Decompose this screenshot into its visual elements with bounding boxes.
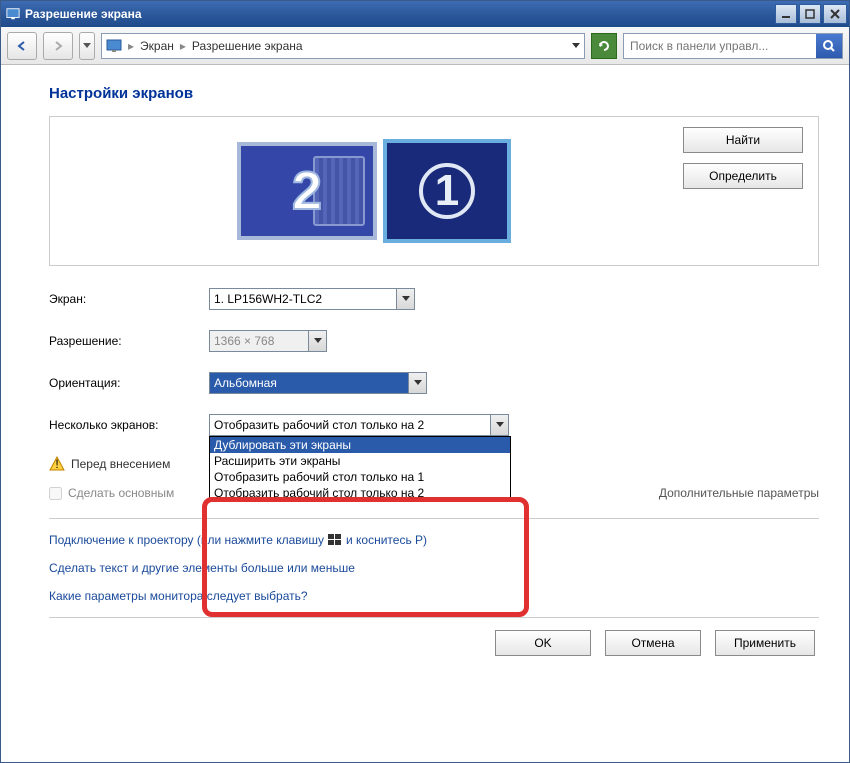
dropdown-option[interactable]: Расширить эти экраны <box>210 453 510 469</box>
make-primary-label: Сделать основным <box>68 486 174 500</box>
maximize-button[interactable] <box>799 4 821 24</box>
multiple-value: Отобразить рабочий стол только на 2 <box>209 414 491 436</box>
warning-text-prefix: Перед внесением <box>71 457 170 471</box>
chevron-right-icon: ▸ <box>128 39 134 53</box>
advanced-settings-link[interactable]: Дополнительные параметры <box>659 486 819 500</box>
multiple-select[interactable]: Отобразить рабочий стол только на 2 Дубл… <box>209 414 509 436</box>
find-button[interactable]: Найти <box>683 127 803 153</box>
page-heading: Настройки экранов <box>49 85 819 102</box>
search-input[interactable] <box>624 39 816 53</box>
dropdown-option[interactable]: Отобразить рабочий стол только на 2 <box>210 485 510 501</box>
nav-history-dropdown[interactable] <box>79 32 95 60</box>
chevron-down-icon[interactable] <box>491 414 509 436</box>
windows-key-icon <box>328 534 342 546</box>
multiple-label: Несколько экранов: <box>49 418 209 432</box>
forward-button[interactable] <box>43 32 73 60</box>
breadcrumb-seg[interactable]: Экран <box>140 39 174 53</box>
cancel-button[interactable]: Отмена <box>605 630 701 656</box>
chevron-right-icon: ▸ <box>180 39 186 53</box>
ok-button[interactable]: OK <box>495 630 591 656</box>
screen-label: Экран: <box>49 292 209 306</box>
chevron-down-icon[interactable] <box>572 43 580 49</box>
screen-select[interactable]: 1. LP156WH2-TLC2 <box>209 288 415 310</box>
monitor-number: 2 <box>292 160 322 222</box>
minimize-button[interactable] <box>775 4 797 24</box>
breadcrumb-seg[interactable]: Разрешение экрана <box>192 39 303 53</box>
orientation-value: Альбомная <box>209 372 409 394</box>
projector-link[interactable]: Подключение к проектору (или нажмите кла… <box>49 533 819 547</box>
monitors-preview-box: 2 1 Найти Определить <box>49 116 819 266</box>
toolbar: ▸ Экран ▸ Разрешение экрана <box>1 27 849 65</box>
search-box <box>623 33 843 59</box>
apply-button[interactable]: Применить <box>715 630 815 656</box>
dropdown-option[interactable]: Отобразить рабочий стол только на 1 <box>210 469 510 485</box>
orientation-label: Ориентация: <box>49 376 209 390</box>
warning-icon: ! <box>49 456 65 472</box>
monitor-icon <box>106 39 122 53</box>
close-button[interactable] <box>823 4 847 24</box>
titlebar: Разрешение экрана <box>1 1 849 27</box>
monitor-params-link[interactable]: Какие параметры монитора следует выбрать… <box>49 589 819 603</box>
orientation-select[interactable]: Альбомная <box>209 372 427 394</box>
refresh-button[interactable] <box>591 33 617 59</box>
address-bar[interactable]: ▸ Экран ▸ Разрешение экрана <box>101 33 585 59</box>
search-button[interactable] <box>816 34 842 58</box>
chevron-down-icon[interactable] <box>309 330 327 352</box>
screen-value: 1. LP156WH2-TLC2 <box>209 288 397 310</box>
chevron-down-icon[interactable] <box>397 288 415 310</box>
svg-text:!: ! <box>55 457 58 471</box>
back-button[interactable] <box>7 32 37 60</box>
dropdown-option[interactable]: Дублировать эти экраны <box>210 437 510 453</box>
identify-button[interactable]: Определить <box>683 163 803 189</box>
divider <box>49 518 819 519</box>
multiple-dropdown-list: Дублировать эти экраны Расширить эти экр… <box>209 436 511 502</box>
window-title: Разрешение экрана <box>25 7 775 21</box>
resolution-select[interactable]: 1366 × 768 <box>209 330 327 352</box>
monitor-number: 1 <box>435 166 459 216</box>
monitor-preview-2[interactable]: 2 <box>237 142 377 240</box>
chevron-down-icon[interactable] <box>409 372 427 394</box>
monitor-preview-1[interactable]: 1 <box>383 139 511 243</box>
make-primary-checkbox <box>49 487 62 500</box>
monitor-icon <box>5 6 21 22</box>
resolution-label: Разрешение: <box>49 334 209 348</box>
text-size-link[interactable]: Сделать текст и другие элементы больше и… <box>49 561 819 575</box>
resolution-value: 1366 × 768 <box>209 330 309 352</box>
